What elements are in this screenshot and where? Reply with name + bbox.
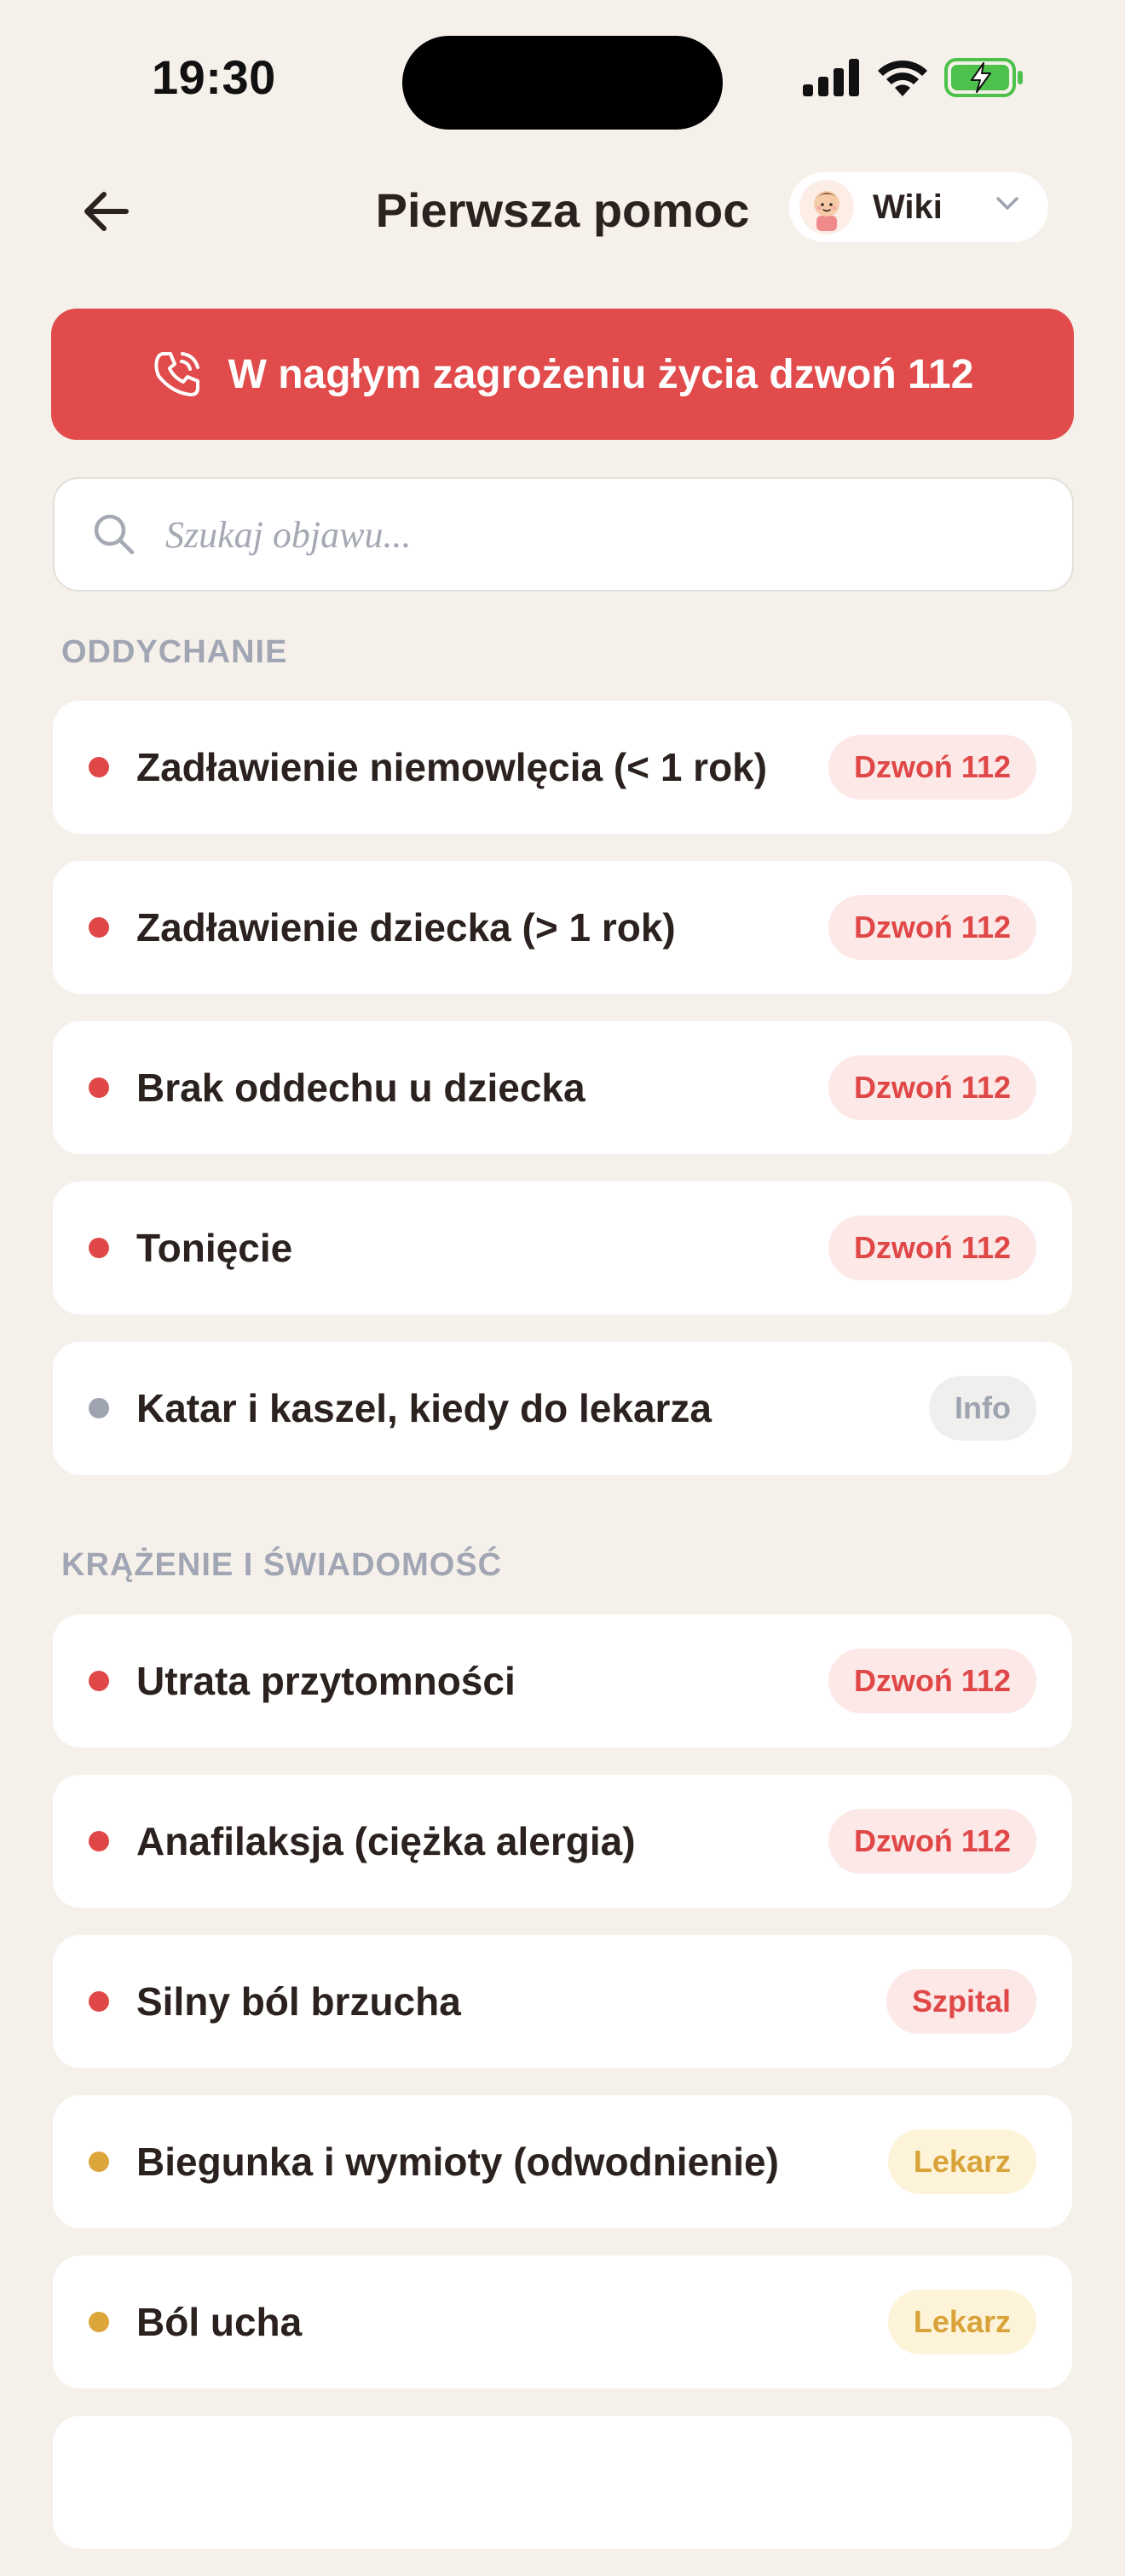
item-label: Silny ból brzucha xyxy=(136,1979,461,2024)
item-label: Tonięcie xyxy=(136,1226,293,1270)
section-title-breathing: ODDYCHANIE xyxy=(61,634,288,670)
status-badge: Dzwoń 112 xyxy=(828,1649,1036,1713)
profile-switcher[interactable]: Wiki xyxy=(789,172,1048,242)
status-badge: Dzwoń 112 xyxy=(828,1055,1036,1120)
emergency-call-button[interactable]: W nagłym zagrożeniu życia dzwoń 112 xyxy=(51,309,1074,440)
severity-dot xyxy=(89,1991,109,2012)
header: Pierwsza pomoc Wiki xyxy=(0,170,1125,247)
severity-dot xyxy=(89,1077,109,1098)
item-label: Utrata przytomności xyxy=(136,1659,516,1703)
phone-ringing-icon xyxy=(153,352,199,396)
status-badge: Dzwoń 112 xyxy=(828,1216,1036,1280)
status-badge: Lekarz xyxy=(887,2129,1036,2194)
list-item[interactable]: Katar i kaszel, kiedy do lekarza Info xyxy=(53,1342,1072,1475)
baby-avatar-icon xyxy=(814,191,839,231)
status-badge: Szpital xyxy=(886,1969,1036,2034)
list-item[interactable]: Zadławienie niemowlęcia (< 1 rok) Dzwoń … xyxy=(53,701,1072,834)
status-badge: Info xyxy=(929,1376,1036,1441)
search-bar xyxy=(53,477,1074,592)
battery-charging-icon xyxy=(944,58,1023,97)
chevron-down-icon xyxy=(996,197,1018,210)
list-item[interactable]: Silny ból brzucha Szpital xyxy=(53,1935,1072,2068)
severity-dot xyxy=(89,1831,109,1851)
item-label: Zadławienie dziecka (> 1 rok) xyxy=(136,905,676,950)
status-icons xyxy=(803,58,1024,97)
list-item[interactable]: Brak oddechu u dziecka Dzwoń 112 xyxy=(53,1021,1072,1154)
avatar xyxy=(799,180,854,234)
list-item[interactable]: Ból ucha Lekarz xyxy=(53,2255,1072,2388)
list-item-partial[interactable] xyxy=(53,2416,1072,2549)
severity-dot xyxy=(89,2151,109,2172)
list-item[interactable]: Biegunka i wymioty (odwodnienie) Lekarz xyxy=(53,2095,1072,2228)
search-input[interactable] xyxy=(164,511,1019,557)
status-time: 19:30 xyxy=(152,50,276,104)
item-label: Biegunka i wymioty (odwodnienie) xyxy=(136,2140,779,2184)
item-label: Katar i kaszel, kiedy do lekarza xyxy=(136,1386,712,1430)
status-badge: Dzwoń 112 xyxy=(828,1809,1036,1874)
search-icon xyxy=(90,511,138,558)
item-label: Brak oddechu u dziecka xyxy=(136,1066,586,1110)
list-breathing: Zadławienie niemowlęcia (< 1 rok) Dzwoń … xyxy=(53,701,1072,1502)
severity-dot xyxy=(89,1398,109,1418)
wifi-icon xyxy=(878,60,927,96)
status-badge: Lekarz xyxy=(887,2290,1036,2354)
emergency-label: W nagłym zagrożeniu życia dzwoń 112 xyxy=(228,351,974,397)
list-item[interactable]: Tonięcie Dzwoń 112 xyxy=(53,1181,1072,1314)
severity-dot xyxy=(89,1238,109,1258)
cellular-signal-icon xyxy=(803,59,859,96)
status-badge: Dzwoń 112 xyxy=(828,735,1036,800)
item-label: Zadławienie niemowlęcia (< 1 rok) xyxy=(136,745,768,789)
list-circulation: Utrata przytomności Dzwoń 112 Anafilaksj… xyxy=(53,1614,1072,2576)
severity-dot xyxy=(89,2312,109,2332)
status-badge: Dzwoń 112 xyxy=(828,895,1036,960)
list-item[interactable]: Anafilaksja (ciężka alergia) Dzwoń 112 xyxy=(53,1775,1072,1908)
severity-dot xyxy=(89,1671,109,1691)
severity-dot xyxy=(89,917,109,938)
severity-dot xyxy=(89,757,109,777)
profile-name: Wiki xyxy=(873,188,943,226)
list-item[interactable]: Zadławienie dziecka (> 1 rok) Dzwoń 112 xyxy=(53,861,1072,994)
status-bar: 19:30 xyxy=(0,0,1125,162)
dynamic-island xyxy=(402,36,723,130)
item-label: Ból ucha xyxy=(136,2300,303,2344)
item-label: Anafilaksja (ciężka alergia) xyxy=(136,1819,636,1863)
list-item[interactable]: Utrata przytomności Dzwoń 112 xyxy=(53,1614,1072,1747)
section-title-circulation: KRĄŻENIE I ŚWIADOMOŚĆ xyxy=(61,1547,503,1583)
